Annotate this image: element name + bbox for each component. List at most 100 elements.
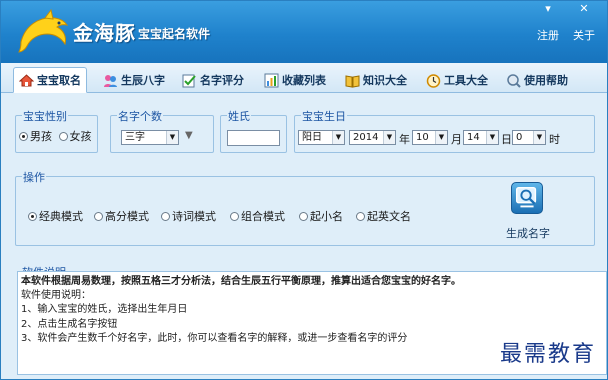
tab-favorites[interactable]: 收藏列表 <box>259 67 331 93</box>
birthday-group: 宝宝生日 阳日 ▼ 2014 ▼ 年 10 ▼ 月 14 ▼ 日 0 ▼ 时 <box>294 108 595 153</box>
description-box: 本软件根据周易数理，按照五格三才分析法，结合生辰五行平衡原理，推算出适合您宝宝的… <box>17 271 607 375</box>
gender-radio-boy[interactable]: 男孩 <box>19 128 52 144</box>
tab-label: 知识大全 <box>363 74 407 87</box>
year-select[interactable]: 2014 ▼ <box>349 130 396 145</box>
chevron-down-icon: ▼ <box>435 131 447 144</box>
radio-dot <box>19 131 28 141</box>
register-link[interactable]: 注册 <box>537 27 559 43</box>
app-window: 金海豚 宝宝起名软件 ▾ ✕ 注册 关于 宝宝取名 生辰八字 名字评分 收藏列表… <box>0 0 608 380</box>
mode-radio-combination[interactable]: 组合模式 <box>230 208 285 224</box>
description-headline: 本软件根据周易数理，按照五格三才分析法，结合生辰五行平衡原理，推算出适合您宝宝的… <box>21 276 461 287</box>
radio-label: 诗词模式 <box>172 210 216 223</box>
chevron-down-icon: ▼ <box>486 131 498 144</box>
radio-label: 高分模式 <box>105 210 149 223</box>
tab-tools[interactable]: 工具大全 <box>421 67 493 93</box>
tab-label: 宝宝取名 <box>37 74 81 87</box>
check-icon <box>182 74 196 87</box>
radio-dot <box>28 211 37 221</box>
birthday-group-label: 宝宝生日 <box>301 108 347 124</box>
select-value: 2014 <box>353 132 379 143</box>
person-icon <box>104 74 117 87</box>
calendar-type-select[interactable]: 阳日 ▼ <box>298 130 345 145</box>
gender-group: 宝宝性别 男孩 女孩 <box>15 108 98 153</box>
day-select[interactable]: 14 ▼ <box>463 130 499 145</box>
description-line: 3、软件会产生数千个好名字，此时，你可以查看名字的解释，或进一步查看名字的评分 <box>21 332 408 344</box>
gender-group-label: 宝宝性别 <box>22 108 68 124</box>
month-select[interactable]: 10 ▼ <box>412 130 448 145</box>
name-length-select[interactable]: 三字 ▼ <box>121 130 179 145</box>
radio-label: 女孩 <box>69 130 92 143</box>
surname-group-label: 姓氏 <box>227 108 251 124</box>
generate-names-button[interactable]: 生成名字 <box>498 182 558 242</box>
mode-radio-english-name[interactable]: 起英文名 <box>356 208 411 224</box>
chevron-down-icon: ▼ <box>166 131 178 144</box>
radio-dot <box>299 211 308 221</box>
expand-arrow-icon[interactable]: ▼ <box>185 130 193 141</box>
tab-knowledge[interactable]: 知识大全 <box>340 67 412 93</box>
radio-dot <box>230 211 239 221</box>
close-button[interactable]: ✕ <box>568 1 600 19</box>
about-link[interactable]: 关于 <box>573 27 595 43</box>
radio-dot <box>94 211 103 221</box>
select-value: 10 <box>416 132 429 143</box>
mode-radio-poetry[interactable]: 诗词模式 <box>161 208 216 224</box>
mode-radio-nickname[interactable]: 起小名 <box>299 208 343 224</box>
name-length-group-label: 名字个数 <box>117 108 163 124</box>
day-unit: 日 <box>501 133 512 146</box>
description-line: 1、输入宝宝的姓氏，选择出生年月日 <box>21 304 188 316</box>
watermark: 最需教育 <box>499 342 596 367</box>
radio-dot <box>356 211 365 221</box>
tab-label: 使用帮助 <box>524 74 568 87</box>
chevron-down-icon: ▼ <box>533 131 545 144</box>
radio-label: 男孩 <box>30 130 52 143</box>
clock-icon <box>426 73 441 88</box>
tab-help[interactable]: 使用帮助 <box>501 67 573 93</box>
help-icon <box>507 73 521 88</box>
tab-baby-naming[interactable]: 宝宝取名 <box>13 67 87 93</box>
house-icon <box>19 73 34 86</box>
tab-label: 名字评分 <box>200 74 244 87</box>
radio-dot <box>161 211 170 221</box>
app-name: 金海豚 <box>73 21 136 45</box>
hour-unit: 时 <box>549 133 560 146</box>
book-icon <box>345 74 360 88</box>
naming-panel: 宝宝性别 男孩 女孩 名字个数 三字 ▼ ▼ 姓氏 宝宝生日 阳日 ▼ 2014… <box>9 97 607 375</box>
mode-radio-classic[interactable]: 经典模式 <box>28 208 83 224</box>
app-header: 金海豚 宝宝起名软件 ▾ ✕ 注册 关于 <box>1 1 607 63</box>
radio-label: 组合模式 <box>241 210 285 223</box>
surname-input[interactable] <box>227 130 280 146</box>
description-line: 2、点击生成名字按钮 <box>21 318 118 330</box>
tab-label: 工具大全 <box>444 74 488 87</box>
chart-icon <box>264 73 279 87</box>
minimize-button[interactable]: ▾ <box>532 1 564 19</box>
month-unit: 月 <box>451 133 462 146</box>
tab-birth-chart[interactable]: 生辰八字 <box>98 67 170 93</box>
tab-label: 收藏列表 <box>282 74 326 87</box>
tab-label: 生辰八字 <box>121 74 165 87</box>
tab-bar: 宝宝取名 生辰八字 名字评分 收藏列表 知识大全 工具大全 使用帮助 <box>1 63 607 93</box>
radio-dot <box>58 131 68 141</box>
name-length-group: 名字个数 三字 ▼ ▼ <box>110 108 214 153</box>
radio-label: 起英文名 <box>367 210 411 223</box>
magnifier-screen-icon <box>511 182 543 214</box>
dolphin-logo-icon <box>18 8 69 53</box>
description-line: 软件使用说明： <box>21 290 91 302</box>
description-text: 本软件根据周易数理，按照五格三才分析法，结合生辰五行平衡原理，推算出适合您宝宝的… <box>21 275 461 346</box>
radio-label: 起小名 <box>310 210 343 223</box>
generate-names-label: 生成名字 <box>506 227 550 240</box>
tab-name-score[interactable]: 名字评分 <box>177 67 249 93</box>
select-value: 14 <box>467 132 480 143</box>
hour-select[interactable]: 0 ▼ <box>512 130 546 145</box>
chevron-down-icon: ▼ <box>383 131 395 144</box>
select-value: 0 <box>516 132 523 143</box>
select-value: 阳日 <box>302 132 322 143</box>
mode-radio-high-score[interactable]: 高分模式 <box>94 208 149 224</box>
select-value: 三字 <box>125 132 145 143</box>
radio-label: 经典模式 <box>39 210 83 223</box>
surname-group: 姓氏 <box>220 108 287 153</box>
year-unit: 年 <box>399 133 410 146</box>
gender-radio-girl[interactable]: 女孩 <box>58 128 92 144</box>
app-subtitle: 宝宝起名软件 <box>138 27 211 41</box>
operations-group-label: 操作 <box>22 169 46 185</box>
chevron-down-icon: ▼ <box>332 131 344 144</box>
